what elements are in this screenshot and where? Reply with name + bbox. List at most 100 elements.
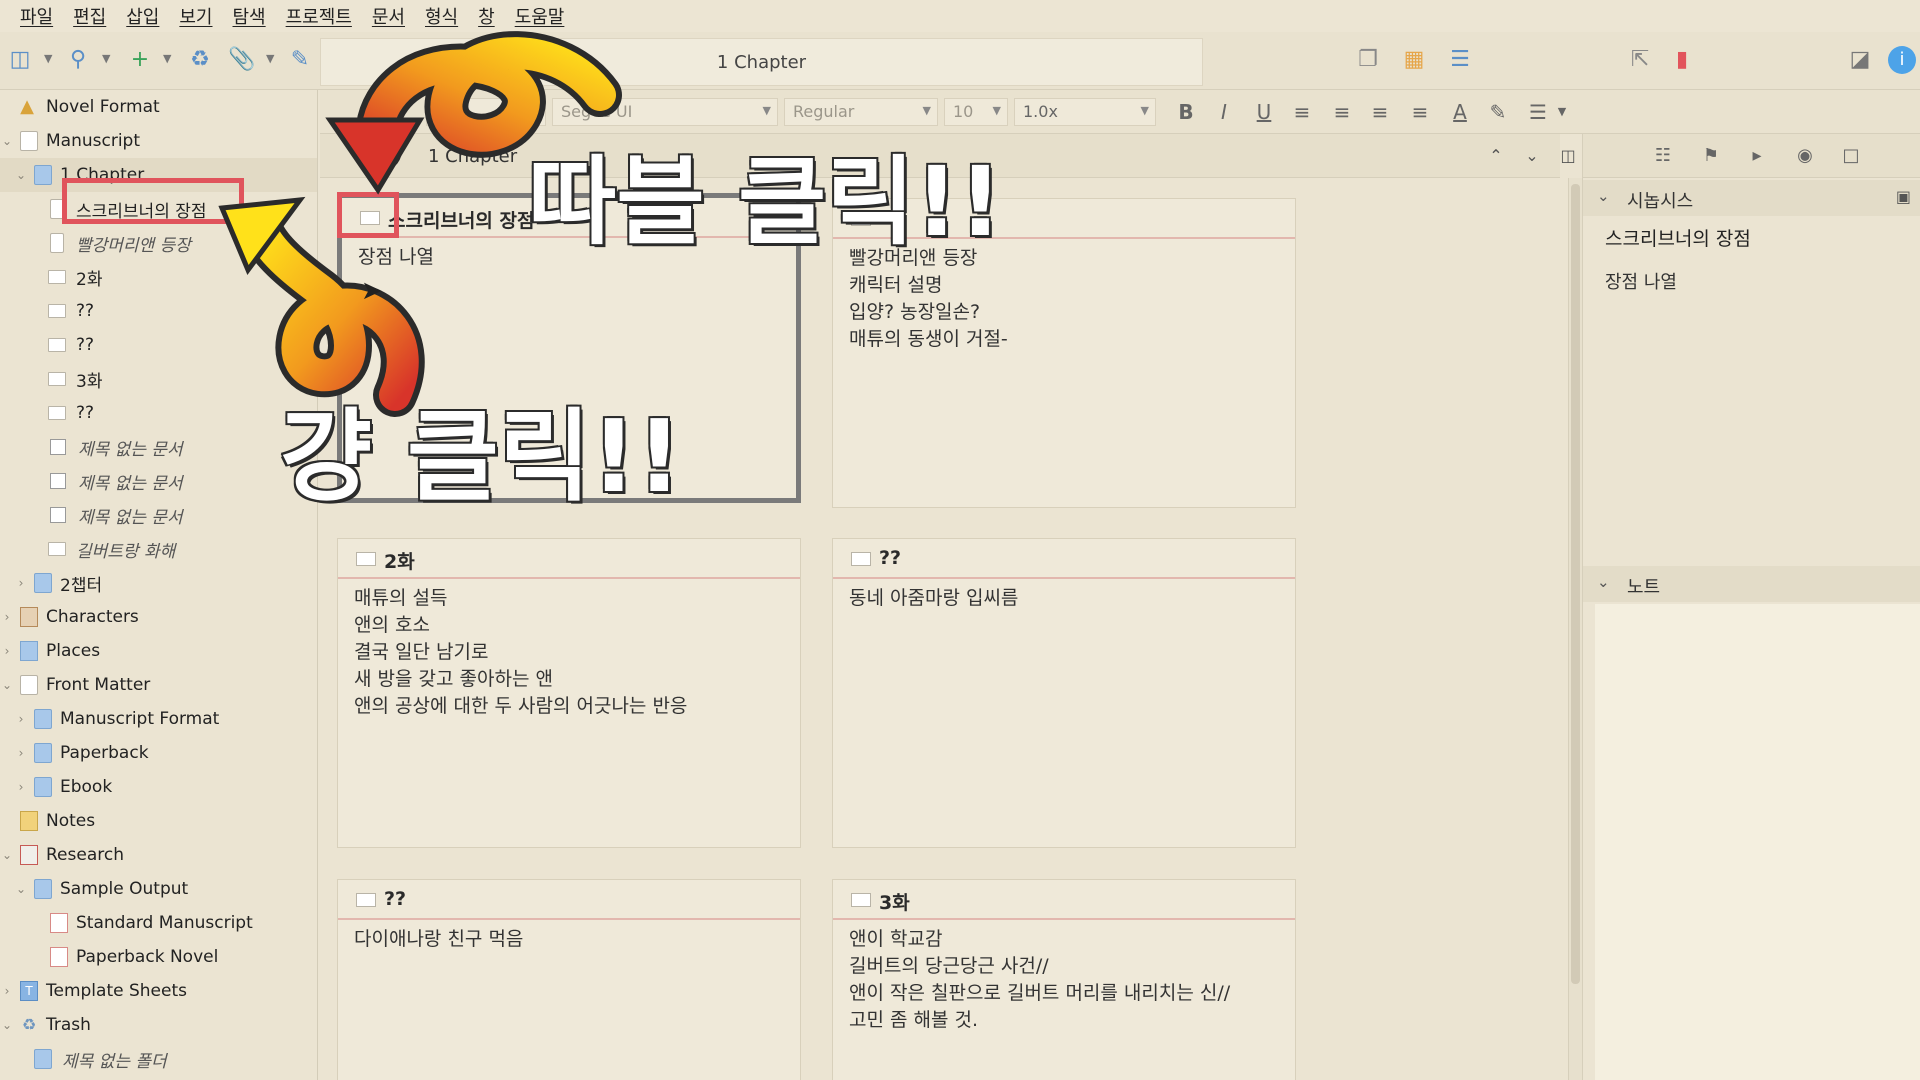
- chevron-down-icon[interactable]: ⌄: [0, 134, 14, 148]
- view-single-icon[interactable]: ❐: [1354, 46, 1382, 74]
- chevron-right-icon[interactable]: ›: [14, 780, 28, 794]
- align-right-icon[interactable]: ≡: [1406, 98, 1434, 126]
- binder-item-trash[interactable]: ⌄ ♻ Trash: [0, 1008, 317, 1042]
- index-card[interactable]: 3화 앤이 학교감 길버트의 당근당근 사건// 앤이 작은 칠판으로 길버트 …: [832, 879, 1296, 1080]
- info-icon[interactable]: i: [1888, 46, 1916, 74]
- synopsis-header[interactable]: ⌄ 시놉시스 ▣: [1583, 180, 1920, 216]
- underline-button[interactable]: U: [1250, 98, 1278, 126]
- chevron-down-icon[interactable]: ⌄: [0, 848, 14, 862]
- synopsis-text[interactable]: 장점 나열: [1605, 268, 1677, 294]
- menu-project[interactable]: 프로젝트: [276, 3, 362, 29]
- binder-item-places[interactable]: › Places: [0, 634, 317, 668]
- binder-item-manuscript-format[interactable]: › Manuscript Format: [0, 702, 317, 736]
- binder-item-anne-appears[interactable]: 빨강머리앤 등장: [0, 226, 317, 260]
- binder-item-characters[interactable]: › Characters: [0, 600, 317, 634]
- card-synopsis[interactable]: 다이애나랑 친구 먹음: [354, 926, 788, 953]
- card-title[interactable]: 2화: [384, 547, 415, 574]
- chevron-down-icon[interactable]: ⌄: [1597, 573, 1610, 591]
- snapshot-icon[interactable]: ◉: [1791, 142, 1819, 170]
- weight-select[interactable]: Regular ▼: [784, 98, 938, 126]
- chevron-right-icon[interactable]: ›: [14, 746, 28, 760]
- metadata-icon[interactable]: ▸: [1743, 142, 1771, 170]
- menu-edit[interactable]: 편집: [63, 3, 116, 29]
- card-synopsis[interactable]: 앤이 학교감 길버트의 당근당근 사건// 앤이 작은 칠판으로 길버트 머리를…: [849, 926, 1283, 1034]
- binder-item-novel-format[interactable]: ▲ Novel Format: [0, 90, 317, 124]
- search-icon[interactable]: ⚲: [64, 46, 92, 74]
- binder-item-sample-output[interactable]: ⌄ Sample Output: [0, 872, 317, 906]
- card-title[interactable]: ??: [384, 888, 406, 910]
- add-menu-caret[interactable]: ▼: [163, 52, 171, 65]
- menu-format[interactable]: 형식: [415, 3, 468, 29]
- binder-item-untitled-2[interactable]: 제목 없는 문서: [0, 464, 317, 498]
- index-card[interactable]: ?? 다이애나랑 친구 먹음: [337, 879, 801, 1080]
- index-card[interactable]: 2화 매튜의 설득 앤의 호소 결국 일단 남기로 새 방을 갖고 좋아하는 앤…: [337, 538, 801, 848]
- bold-button[interactable]: B: [1172, 98, 1200, 126]
- card-title[interactable]: ??: [879, 547, 901, 569]
- chevron-down-icon[interactable]: ⌄: [0, 1018, 14, 1032]
- binder-item-paperback[interactable]: › Paperback: [0, 736, 317, 770]
- quick-reference-icon[interactable]: ◪: [1846, 46, 1874, 74]
- card-synopsis[interactable]: 동네 아줌마랑 입씨름: [849, 585, 1283, 612]
- binder-item-episode-2[interactable]: 2화: [0, 260, 317, 294]
- binder-item-unknown-2[interactable]: ??: [0, 328, 317, 362]
- chevron-right-icon[interactable]: ›: [14, 712, 28, 726]
- font-select[interactable]: Segoe UI ▼: [552, 98, 778, 126]
- attach-icon[interactable]: 📎: [228, 46, 256, 74]
- chevron-right-icon[interactable]: ›: [14, 576, 28, 590]
- notes-header[interactable]: ⌄ 노트: [1583, 566, 1920, 602]
- comments-icon[interactable]: □: [1837, 142, 1865, 170]
- menu-documents[interactable]: 문서: [362, 3, 415, 29]
- chevron-down-icon[interactable]: ⌄: [14, 882, 28, 896]
- chevron-right-icon[interactable]: ›: [0, 610, 14, 624]
- card-synopsis[interactable]: 매튜의 설득 앤의 호소 결국 일단 남기로 새 방을 갖고 좋아하는 앤 앤의…: [354, 585, 788, 720]
- style-select[interactable]: ▼: [426, 98, 546, 126]
- spacing-select[interactable]: 1.0x ▼: [1014, 98, 1156, 126]
- binder-item-manuscript[interactable]: ⌄ Manuscript: [0, 124, 317, 158]
- chevron-down-icon[interactable]: ⌄: [1597, 187, 1610, 205]
- list-menu-caret[interactable]: ▼: [1548, 98, 1576, 126]
- search-menu-caret[interactable]: ▼: [102, 52, 110, 65]
- notebook-icon[interactable]: ☷: [1649, 142, 1677, 170]
- binder-item-untitled-folder[interactable]: 제목 없는 폴더: [0, 1042, 317, 1076]
- binder-item-chapter-2[interactable]: › 2챕터: [0, 566, 317, 600]
- binder-item-ebook[interactable]: › Ebook: [0, 770, 317, 804]
- binder-item-episode-3[interactable]: 3화: [0, 362, 317, 396]
- text-color-icon[interactable]: A: [1446, 98, 1474, 126]
- align-left-icon[interactable]: ≡: [1288, 98, 1316, 126]
- italic-button[interactable]: I: [1210, 98, 1238, 126]
- binder-item-standard-manuscript[interactable]: Standard Manuscript: [0, 906, 317, 940]
- menu-view[interactable]: 보기: [169, 3, 222, 29]
- index-card[interactable]: ?? 동네 아줌마랑 입씨름: [832, 538, 1296, 848]
- chevron-down-icon[interactable]: ⌄: [14, 168, 28, 182]
- binder-item-untitled-3[interactable]: 제목 없는 문서: [0, 498, 317, 532]
- binder-menu-caret[interactable]: ▼: [44, 52, 52, 65]
- next-document-icon[interactable]: ⌄: [1518, 142, 1546, 170]
- menu-navigate[interactable]: 탐색: [223, 3, 276, 29]
- binder-item-template-sheets[interactable]: › T Template Sheets: [0, 974, 317, 1008]
- chevron-right-icon[interactable]: ›: [0, 984, 14, 998]
- split-editor-icon[interactable]: ◫: [1554, 142, 1582, 170]
- binder-item-paperback-novel[interactable]: Paperback Novel: [0, 940, 317, 974]
- notes-editor[interactable]: [1595, 604, 1920, 1080]
- size-select[interactable]: 10 ▼: [944, 98, 1008, 126]
- bookmark-icon[interactable]: ▮: [1668, 46, 1696, 74]
- scrollbar-thumb[interactable]: [1571, 184, 1580, 984]
- menu-help[interactable]: 도움말: [505, 3, 575, 29]
- align-center-icon[interactable]: ≡: [1328, 98, 1356, 126]
- image-icon[interactable]: ▣: [1896, 187, 1911, 206]
- corkboard-scrollbar[interactable]: [1568, 178, 1582, 1080]
- align-justify-icon[interactable]: ≡: [1366, 98, 1394, 126]
- compose-icon[interactable]: ✎: [286, 46, 314, 74]
- card-title[interactable]: 스크리브너의 장점: [388, 206, 534, 233]
- attach-menu-caret[interactable]: ▼: [266, 52, 274, 65]
- chevron-right-icon[interactable]: ›: [0, 644, 14, 658]
- menu-window[interactable]: 창: [468, 3, 505, 29]
- binder-toggle-icon[interactable]: ◫: [6, 46, 34, 74]
- binder-item-unknown-3[interactable]: ??: [0, 396, 317, 430]
- binder-item-untitled-1[interactable]: 제목 없는 문서: [0, 430, 317, 464]
- menu-file[interactable]: 파일: [10, 3, 63, 29]
- bookmarks-icon[interactable]: ⚑: [1697, 142, 1725, 170]
- highlight-icon[interactable]: ✎: [1484, 98, 1512, 126]
- binder-item-front-matter[interactable]: ⌄ Front Matter: [0, 668, 317, 702]
- synopsis-title[interactable]: 스크리브너의 장점: [1605, 224, 1751, 251]
